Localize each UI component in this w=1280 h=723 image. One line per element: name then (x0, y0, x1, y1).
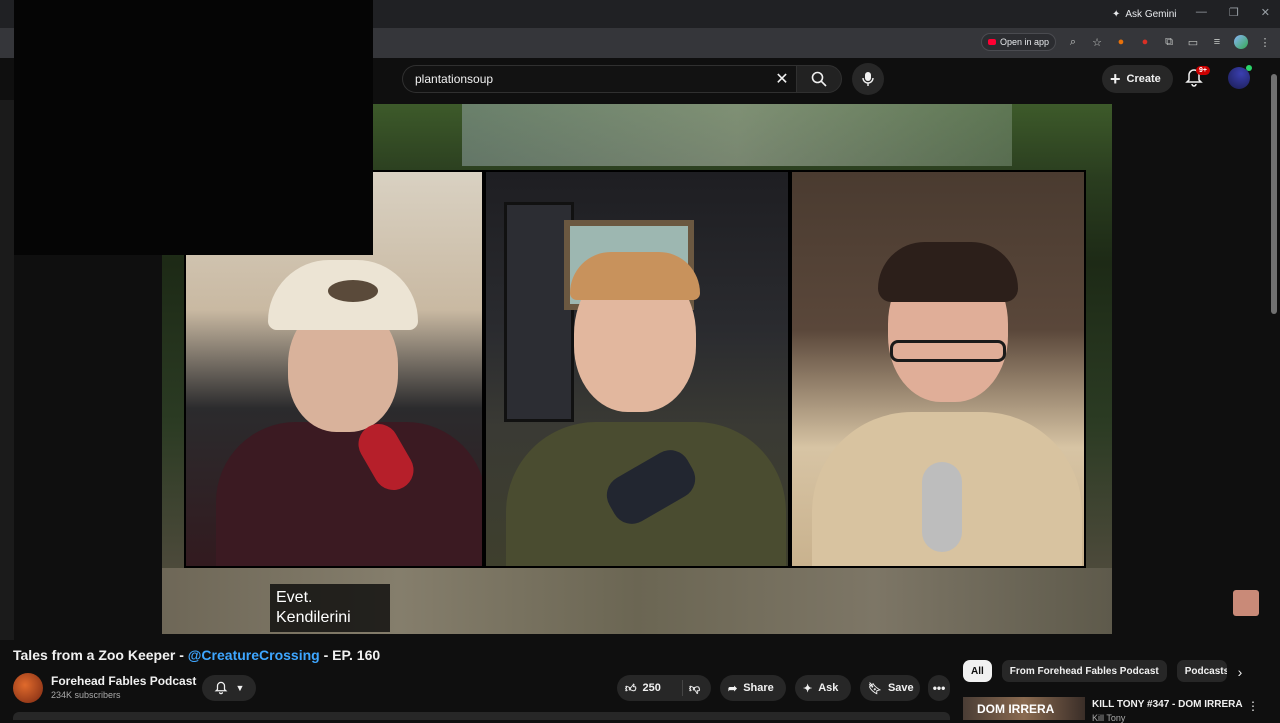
open-in-app-label: Open in app (999, 37, 1049, 47)
search-button[interactable] (796, 65, 842, 93)
person-glasses (890, 340, 1006, 362)
minimize-icon[interactable]: — (1196, 6, 1207, 19)
bell-icon (214, 681, 227, 695)
video-title-handle-link[interactable]: @CreatureCrossing (188, 647, 320, 663)
clear-search-icon[interactable]: ✕ (772, 69, 792, 89)
floating-thumbnail[interactable] (1233, 590, 1259, 616)
share-arrow-icon: ➦ (728, 682, 738, 695)
recommendation-menu-icon[interactable]: ⋮ (1247, 699, 1259, 713)
like-button[interactable]: 👍︎ 250 (617, 680, 683, 696)
reading-list-icon[interactable]: ≡ (1210, 35, 1224, 49)
video-title-suffix: - EP. 160 (319, 647, 381, 663)
share-label: Share (743, 682, 774, 694)
chip-podcasts[interactable]: Podcasts (1176, 660, 1227, 682)
chip-all[interactable]: All (963, 660, 992, 682)
chevron-right-icon[interactable]: › (1230, 662, 1250, 682)
like-count: 250 (642, 682, 661, 694)
ask-label: Ask (818, 682, 839, 694)
ask-gemini-label: Ask Gemini (1125, 8, 1177, 20)
black-overlay-region (14, 0, 373, 255)
subscribed-notifications-button[interactable]: ▼ (202, 675, 256, 701)
chip-from-channel[interactable]: From Forehead Fables Podcast (1001, 660, 1167, 682)
like-dislike-group: 👍︎ 250 👎︎ (617, 675, 711, 701)
save-button[interactable]: 🔖︎ Save (860, 675, 920, 701)
notifications-badge: 9+ (1196, 66, 1210, 75)
gemini-sparkle-icon: ✦ (1112, 8, 1121, 20)
channel-avatar[interactable] (13, 673, 43, 703)
extensions-puzzle-icon[interactable]: ⧉ (1162, 35, 1176, 49)
sidebar-edge (0, 100, 14, 640)
close-window-icon[interactable]: ✕ (1261, 6, 1270, 19)
voice-search-button[interactable] (852, 63, 884, 95)
thumbs-down-icon: 👎︎ (689, 682, 701, 695)
more-horizontal-icon: ••• (932, 681, 946, 695)
channel-subscribers: 234K subscribers (51, 690, 121, 700)
ask-button[interactable]: ✦ Ask (795, 675, 851, 701)
player-background-foliage (462, 104, 1012, 166)
cast-icon[interactable]: ▭ (1186, 35, 1200, 49)
search-box: ✕ (402, 65, 796, 93)
share-button[interactable]: ➦ Share (720, 675, 786, 701)
create-label: Create (1126, 73, 1161, 85)
extension-orange-icon[interactable]: ● (1114, 35, 1128, 49)
browser-profile-avatar[interactable] (1234, 35, 1248, 49)
video-panel-center-host (484, 170, 790, 568)
microphone-icon (862, 72, 874, 86)
restore-icon[interactable]: ❐ (1229, 6, 1239, 19)
account-avatar[interactable] (1228, 65, 1252, 89)
person-body (216, 422, 482, 566)
podcast-microphone (922, 462, 962, 552)
caption-line-1: Evet. (276, 589, 313, 606)
sparkle-icon: ✦ (803, 682, 813, 695)
more-actions-button[interactable]: ••• (928, 675, 950, 701)
browser-menu-icon[interactable]: ⋮ (1258, 35, 1272, 49)
open-in-app-button[interactable]: Open in app (980, 33, 1056, 51)
youtube-logo-icon (987, 39, 996, 45)
recommendation-thumbnail[interactable]: DOM IRRERA (963, 697, 1085, 720)
video-panel-right-host (790, 170, 1086, 568)
recommendation-title[interactable]: KILL TONY #347 - DOM IRRERA (1092, 699, 1243, 710)
filter-chips: All From Forehead Fables Podcast Podcast… (963, 660, 1227, 682)
extension-red-icon[interactable]: ● (1138, 35, 1152, 49)
chevron-down-icon: ▼ (235, 683, 245, 693)
bookmark-star-icon[interactable]: ☆ (1090, 35, 1104, 49)
video-title-prefix: Tales from a Zoo Keeper - (13, 647, 188, 663)
search-input[interactable] (403, 66, 743, 92)
bookmark-icon: 🔖︎ (868, 682, 882, 695)
person-hair (878, 242, 1018, 302)
window-controls: — ❐ ✕ (1196, 6, 1270, 19)
description-box[interactable] (13, 712, 950, 720)
zoom-icon[interactable]: ⌕ (1066, 35, 1080, 49)
caption-box: Evet. Kendilerini (270, 584, 390, 632)
dislike-button[interactable]: 👎︎ (683, 682, 700, 695)
thumbs-up-icon: 👍︎ (625, 682, 637, 695)
scrollbar-thumb[interactable] (1271, 74, 1277, 314)
recommendation-channel: Kill Tony (1092, 713, 1126, 723)
plus-icon: + (1110, 69, 1121, 89)
person-cap (268, 260, 418, 330)
video-title: Tales from a Zoo Keeper - @CreatureCross… (13, 647, 380, 663)
page-scrollbar[interactable] (1270, 60, 1278, 720)
person-hair (570, 252, 700, 300)
recommendation-thumb-text: DOM IRRERA (977, 701, 1055, 716)
search-icon (811, 71, 827, 87)
channel-name[interactable]: Forehead Fables Podcast (51, 674, 196, 688)
save-label: Save (887, 682, 914, 694)
caption-line-2: Kendilerini (276, 609, 351, 626)
create-button[interactable]: + Create (1102, 65, 1173, 93)
ask-gemini-button[interactable]: ✦ Ask Gemini (1104, 4, 1185, 24)
